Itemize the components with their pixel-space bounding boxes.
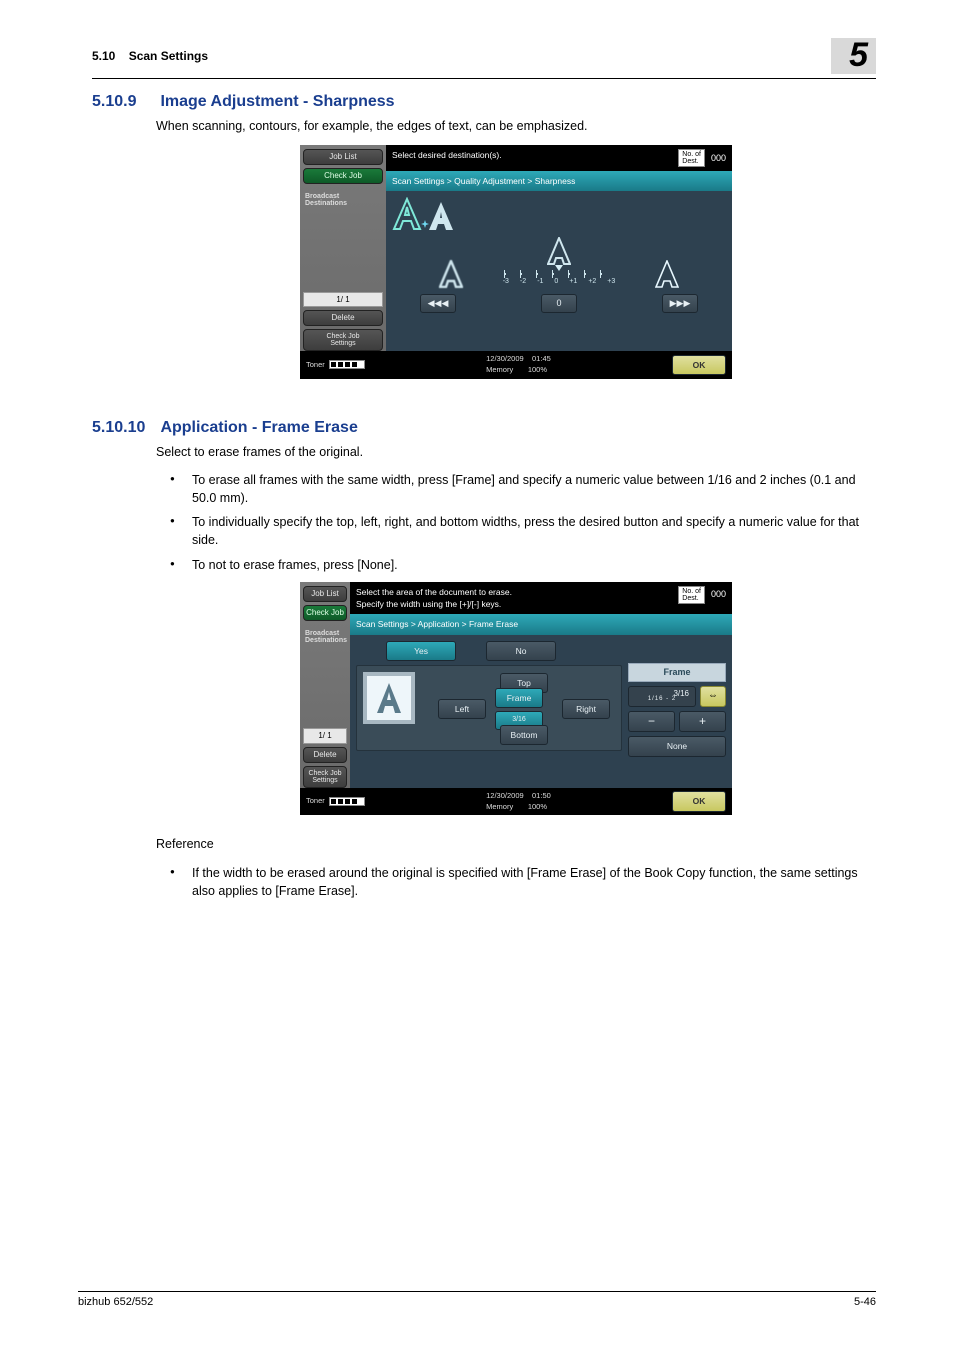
sharpness-increase-button[interactable]: ▶▶▶ [662, 294, 698, 313]
tick--3: -3 [503, 277, 509, 287]
letter-a-sharp-icon [392, 197, 422, 231]
left-button[interactable]: Left [438, 699, 486, 719]
tick--1: -1 [537, 277, 543, 287]
sec2-title: Application - Frame Erase [160, 419, 357, 437]
letter-a-mid-icon [547, 237, 571, 265]
unit-toggle-button[interactable]: ⇔ [700, 686, 726, 707]
frame-preview-icon [363, 672, 415, 724]
job-list-button[interactable]: Job List [303, 149, 383, 165]
reference-bullet: If the width to be erased around the ori… [156, 864, 876, 900]
no-of-dest-label-2: No. of Dest. [678, 586, 705, 604]
check-job-button[interactable]: Check Job [303, 168, 383, 184]
memory-pct-2: 100% [528, 802, 547, 811]
delete-button[interactable]: Delete [303, 310, 383, 326]
right-button[interactable]: Right [562, 699, 610, 719]
footer-model: bizhub 652/552 [78, 1296, 153, 1308]
sec2-number: 5.10.10 [92, 419, 156, 437]
header-section-title: Scan Settings [129, 49, 208, 63]
sec2-bullet-1: To erase all frames with the same width,… [156, 471, 876, 507]
screenshot-frame-erase: Job List Check Job Broadcast Destination… [300, 582, 732, 816]
minus-button[interactable]: − [628, 711, 675, 732]
sharpness-decrease-button[interactable]: ◀◀◀ [420, 294, 456, 313]
toner-gauge-icon [329, 360, 365, 369]
scr2-time: 01:50 [532, 791, 551, 800]
screenshot-sharpness: Job List Check Job Broadcast Destination… [300, 145, 732, 379]
scr1-date: 12/30/2009 [486, 354, 524, 363]
memory-label: Memory [486, 365, 513, 374]
scr2-breadcrumb: Scan Settings > Application > Frame Eras… [350, 614, 732, 634]
check-job-button-2[interactable]: Check Job [303, 605, 347, 621]
frame-width-display: 3/16 1/16 - 2 [628, 686, 696, 707]
scr1-top-message: Select desired destination(s). [392, 149, 502, 161]
yes-tab[interactable]: Yes [386, 641, 456, 661]
sec1-title: Image Adjustment - Sharpness [160, 93, 394, 111]
letter-a-bold-icon [428, 201, 454, 231]
tick-+3: +3 [607, 277, 615, 287]
scr1-breadcrumb: Scan Settings > Quality Adjustment > Sha… [386, 171, 732, 191]
ok-button-2[interactable]: OK [672, 791, 726, 811]
toner-label-2: Toner [306, 796, 325, 805]
header-section-num: 5.10 [92, 49, 115, 63]
sec1-intro: When scanning, contours, for example, th… [156, 117, 876, 135]
tick-0: 0 [554, 277, 558, 287]
dest-count-2: 000 [711, 588, 726, 601]
tick-+2: +2 [588, 277, 596, 287]
scr2-date: 12/30/2009 [486, 791, 524, 800]
toner-gauge-icon-2 [329, 797, 365, 806]
tick--2: -2 [520, 277, 526, 287]
no-of-dest-label: No. of Dest. [678, 149, 705, 167]
page-indicator: 1/ 1 [303, 292, 383, 308]
delete-button-2[interactable]: Delete [303, 747, 347, 763]
sec2-bullet-3: To not to erase frames, press [None]. [156, 556, 876, 574]
letter-a-crisp-icon [655, 260, 679, 288]
dest-count: 000 [711, 152, 726, 165]
broadcast-label: Broadcast Destinations [303, 193, 383, 208]
broadcast-label-2: Broadcast Destinations [303, 630, 347, 645]
footer-page: 5-46 [854, 1296, 876, 1308]
sec2-bullet-2: To individually specify the top, left, r… [156, 513, 876, 549]
scr1-time: 01:45 [532, 354, 551, 363]
job-list-button-2[interactable]: Job List [303, 586, 347, 602]
tick-+1: +1 [569, 277, 577, 287]
toner-label: Toner [306, 360, 325, 369]
page-footer: bizhub 652/552 5-46 [78, 1291, 876, 1308]
sec1-number: 5.10.9 [92, 93, 156, 111]
page-indicator-2: 1/ 1 [303, 728, 347, 744]
reference-label: Reference [156, 835, 876, 853]
check-job-settings-button[interactable]: Check Job Settings [303, 329, 383, 351]
ok-button[interactable]: OK [672, 355, 726, 375]
scr2-top-message: Select the area of the document to erase… [356, 586, 512, 611]
frame-panel-title: Frame [628, 663, 726, 682]
page-header: 5.10 Scan Settings 5 [92, 38, 876, 79]
sharpness-scale: -3 -2 -1 0 +1 +2 +3 [503, 237, 616, 287]
sec2-intro: Select to erase frames of the original. [156, 443, 876, 461]
no-tab[interactable]: No [486, 641, 556, 661]
frame-button[interactable]: Frame [495, 688, 543, 708]
letter-a-soft-icon [439, 260, 463, 288]
memory-pct: 100% [528, 365, 547, 374]
check-job-settings-button-2[interactable]: Check Job Settings [303, 766, 347, 788]
plus-button[interactable]: + [679, 711, 726, 732]
none-button[interactable]: None [628, 736, 726, 756]
memory-label-2: Memory [486, 802, 513, 811]
bottom-button[interactable]: Bottom [500, 725, 549, 745]
sharpness-zero-button[interactable]: 0 [541, 294, 577, 313]
chapter-badge: 5 [831, 38, 876, 74]
